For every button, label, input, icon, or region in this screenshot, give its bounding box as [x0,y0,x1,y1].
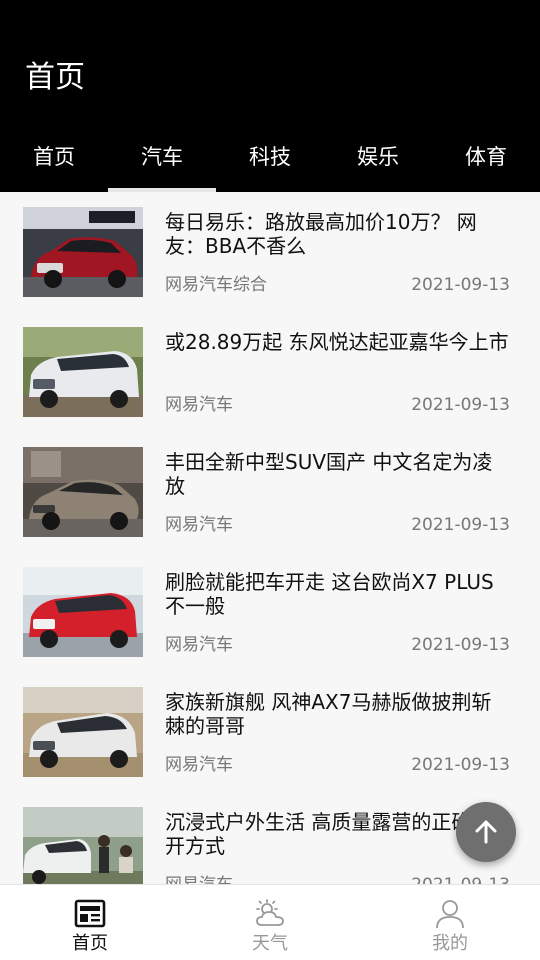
scroll-to-top-button[interactable] [456,802,516,862]
news-title: 丰田全新中型SUV国产 中文名定为凌放 [165,450,493,498]
news-item[interactable]: 刷脸就能把车开走 这台欧尚X7 PLUS不一般 网易汽车 2021-09-13 [0,552,540,672]
tab-tech[interactable]: 科技 [216,122,324,192]
page-title: 首页 [25,60,85,95]
tab-auto[interactable]: 汽车 [108,122,216,192]
nav-item-home[interactable]: 首页 [0,885,180,960]
news-thumbnail [23,327,143,417]
news-title: 家族新旗舰 风神AX7马赫版做披荆斩棘的哥哥 [165,690,492,738]
profile-icon [436,900,464,929]
news-source: 网易汽车综合 [165,275,267,295]
bottom-navigation: 首页 天气 我的 [0,884,540,960]
news-item[interactable]: 丰田全新中型SUV国产 中文名定为凌放 网易汽车 2021-09-13 [0,432,540,552]
nav-item-weather[interactable]: 天气 [180,885,360,960]
news-thumbnail [23,447,143,537]
news-date: 2021-09-13 [411,395,510,415]
news-date: 2021-09-13 [411,755,510,775]
news-thumbnail [23,567,143,657]
news-title: 刷脸就能把车开走 这台欧尚X7 PLUS不一般 [165,570,494,618]
news-source: 网易汽车 [165,395,233,415]
news-source: 网易汽车 [165,755,233,775]
app-bar: 首页 首页 汽车 科技 娱乐 体育 [0,0,540,192]
news-list: 每日易乐：路放最高加价10万？ 网友：BBA不香么 网易汽车综合 2021-09… [0,192,540,884]
news-item[interactable]: 家族新旗舰 风神AX7马赫版做披荆斩棘的哥哥 网易汽车 2021-09-13 [0,672,540,792]
news-source: 网易汽车 [165,515,233,535]
news-date: 2021-09-13 [411,874,510,884]
nav-item-profile[interactable]: 我的 [360,885,540,960]
nav-label: 天气 [252,933,288,954]
news-title: 每日易乐：路放最高加价10万？ 网友：BBA不香么 [165,210,477,258]
news-thumbnail [23,207,143,297]
news-date: 2021-09-13 [411,635,510,655]
weather-icon [256,899,284,926]
nav-label: 首页 [72,933,108,954]
news-thumbnail [23,687,143,777]
news-title: 或28.89万起 东风悦达起亚嘉华今上市 [165,330,509,354]
tab-home[interactable]: 首页 [0,122,108,192]
category-tabs: 首页 汽车 科技 娱乐 体育 [0,122,540,192]
nav-label: 我的 [432,933,468,954]
arrow-up-icon [475,820,497,844]
news-thumbnail [23,807,143,884]
news-date: 2021-09-13 [411,275,510,295]
tab-entertainment[interactable]: 娱乐 [324,122,432,192]
news-item[interactable]: 每日易乐：路放最高加价10万？ 网友：BBA不香么 网易汽车综合 2021-09… [0,192,540,312]
news-item[interactable]: 或28.89万起 东风悦达起亚嘉华今上市 网易汽车 2021-09-13 [0,312,540,432]
news-date: 2021-09-13 [411,515,510,535]
news-icon [74,899,106,928]
news-source: 网易汽车 [165,635,233,655]
tab-sports[interactable]: 体育 [432,122,540,192]
news-source: 网易汽车 [165,874,233,884]
